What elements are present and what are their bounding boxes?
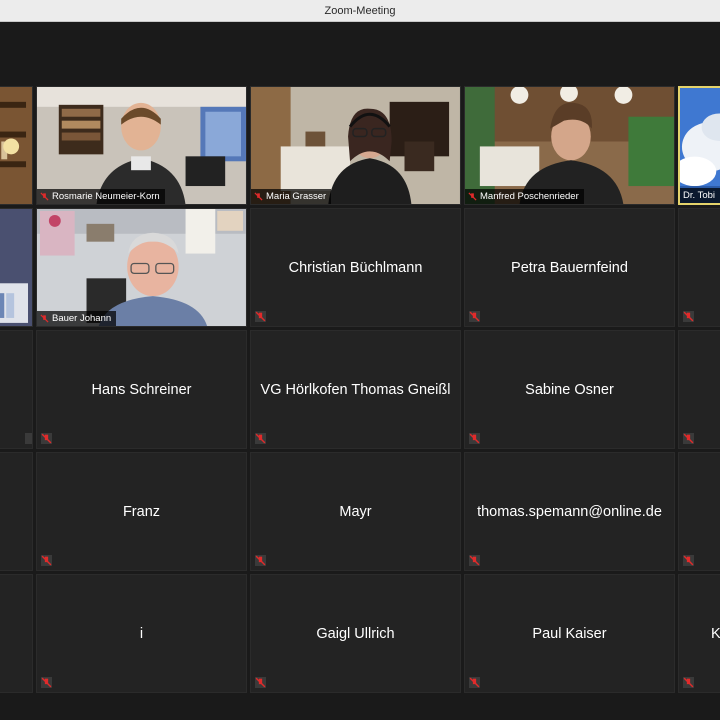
muted-mic-icon: [41, 677, 52, 688]
participant-tile-video[interactable]: [0, 86, 33, 205]
participant-tile[interactable]: thomas.spemann@online.de: [464, 452, 675, 571]
video-feed: [0, 209, 32, 326]
participant-tile[interactable]: [678, 452, 720, 571]
muted-mic-icon: [468, 192, 477, 201]
muted-mic-icon: [469, 677, 480, 688]
muted-mic-icon: [469, 433, 480, 444]
video-feed: [465, 87, 674, 204]
muted-mic-icon: [255, 677, 266, 688]
participant-tile-video[interactable]: Manfred Poschenrieder: [464, 86, 675, 205]
participant-tile[interactable]: VG Hörlkofen Thomas Gneißl: [250, 330, 461, 449]
participant-name: VG Hörlkofen Thomas Gneißl: [260, 381, 451, 398]
window-title: Zoom-Meeting: [324, 4, 396, 17]
video-feed: [251, 87, 460, 204]
muted-mic-icon: [683, 555, 694, 566]
muted-mic-icon: [683, 311, 694, 322]
video-feed: [37, 209, 246, 326]
window-titlebar: Zoom-Meeting: [0, 0, 720, 22]
participant-name: Hans Schreiner: [91, 381, 192, 398]
muted-mic-icon: [255, 555, 266, 566]
muted-mic-icon: [41, 433, 52, 444]
participant-tile-video[interactable]: Bauer Johann: [36, 208, 247, 327]
participant-name-label: Dr. Tobi: [680, 188, 720, 203]
participant-tile[interactable]: Sabine Osner: [464, 330, 675, 449]
muted-mic-icon: [683, 677, 694, 688]
participant-name: Petra Bauernfeind: [511, 259, 628, 276]
participant-name-label: Rosmarie Neumeier-Korn: [37, 189, 165, 204]
participant-grid: Rosmarie Neumeier-Korn Maria Grasser Man…: [0, 86, 720, 693]
participant-tile[interactable]: Franz: [36, 452, 247, 571]
participant-tile-video[interactable]: Rosmarie Neumeier-Korn: [36, 86, 247, 205]
participant-tile[interactable]: i: [36, 574, 247, 693]
participant-tile[interactable]: K: [678, 574, 720, 693]
participant-name-label: Bauer Johann: [37, 311, 117, 326]
participant-name: thomas.spemann@online.de: [477, 503, 662, 520]
muted-mic-icon: [25, 433, 32, 444]
participant-name-label: Manfred Poschenrieder: [465, 189, 584, 204]
participant-tile-active-speaker[interactable]: Dr. Tobi: [678, 86, 720, 205]
muted-mic-icon: [469, 311, 480, 322]
participant-name: Franz: [122, 503, 161, 520]
muted-mic-icon: [469, 555, 480, 566]
muted-mic-icon: [41, 555, 52, 566]
participant-name: Mayr: [339, 503, 372, 520]
participant-tile[interactable]: [678, 208, 720, 327]
participant-name: Sabine Osner: [525, 381, 614, 398]
gallery-view: Rosmarie Neumeier-Korn Maria Grasser Man…: [0, 23, 720, 720]
muted-mic-icon: [683, 433, 694, 444]
muted-mic-icon: [255, 311, 266, 322]
video-feed: [37, 87, 246, 204]
participant-name: Christian Büchlmann: [288, 259, 423, 276]
participant-name: i: [139, 625, 144, 642]
participant-tile[interactable]: Christian Büchlmann: [250, 208, 461, 327]
participant-tile[interactable]: [0, 574, 33, 693]
participant-tile-video[interactable]: [0, 208, 33, 327]
participant-tile[interactable]: [678, 330, 720, 449]
participant-name: Paul Kaiser: [532, 625, 607, 642]
muted-mic-icon: [40, 314, 49, 323]
muted-mic-icon: [255, 433, 266, 444]
participant-tile[interactable]: Mayr: [250, 452, 461, 571]
participant-tile[interactable]: Gaigl Ullrich: [250, 574, 461, 693]
participant-tile[interactable]: Hans Schreiner: [36, 330, 247, 449]
participant-name: Gaigl Ullrich: [316, 625, 395, 642]
muted-mic-icon: [254, 192, 263, 201]
muted-mic-icon: [40, 192, 49, 201]
video-feed: [0, 87, 32, 204]
participant-name-label: Maria Grasser: [251, 189, 332, 204]
participant-tile-video[interactable]: Maria Grasser: [250, 86, 461, 205]
participant-name: K: [711, 625, 720, 642]
participant-tile[interactable]: [0, 452, 33, 571]
participant-tile[interactable]: Paul Kaiser: [464, 574, 675, 693]
participant-tile[interactable]: Petra Bauernfeind: [464, 208, 675, 327]
participant-tile[interactable]: [0, 330, 33, 449]
